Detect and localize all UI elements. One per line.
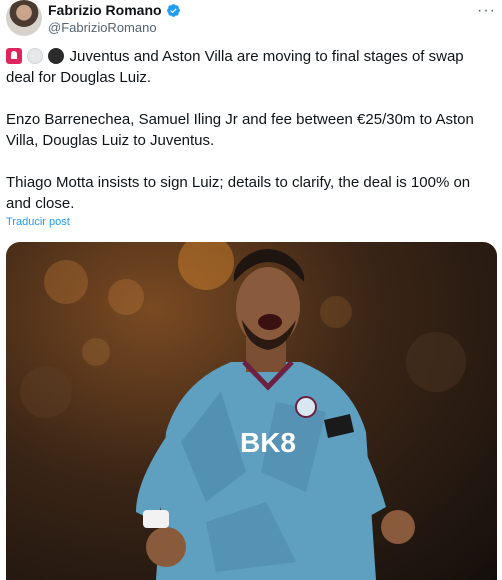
tweet-header: Fabrizio Romano @FabrizioRomano ··· [6, 0, 496, 40]
more-options-icon[interactable]: ··· [477, 2, 496, 20]
tweet-paragraph-1: Juventus and Aston Villa are moving to f… [6, 48, 464, 86]
tweet-text: Juventus and Aston Villa are moving to f… [6, 46, 492, 214]
author-name-row: Fabrizio Romano [48, 2, 181, 18]
player-photo: BK8 [20, 242, 466, 580]
siren-emoji-icon [6, 48, 22, 64]
tweet-media-photo[interactable]: BK8 [6, 242, 497, 580]
avatar[interactable] [6, 0, 42, 36]
black-circle-emoji-icon [48, 48, 65, 64]
verified-badge-icon [166, 3, 180, 17]
tweet-paragraph: Juventus and Aston Villa are moving to f… [6, 46, 492, 88]
white-circle-emoji-icon [27, 48, 44, 64]
translate-post-link[interactable]: Traducir post [6, 216, 70, 228]
tweet-paragraph-3: Thiago Motta insists to sign Luiz; detai… [6, 174, 471, 212]
shirt-sponsor-text: BK8 [240, 427, 296, 458]
author-display-name[interactable]: Fabrizio Romano [48, 2, 162, 18]
tweet-paragraph-2: Enzo Barrenechea, Samuel Iling Jr and fe… [6, 111, 474, 149]
author-handle[interactable]: @FabrizioRomano [48, 20, 157, 35]
